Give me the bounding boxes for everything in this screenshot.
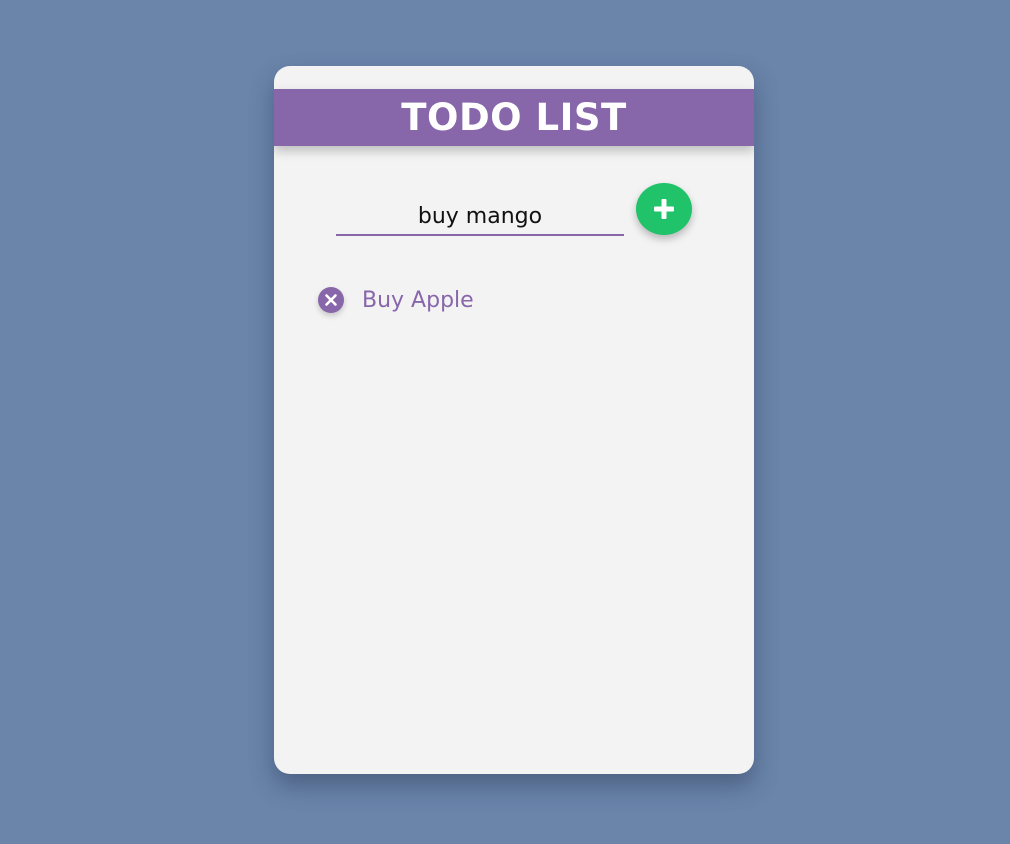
header-bar: TODO LIST	[274, 89, 754, 146]
remove-todo-button[interactable]	[318, 287, 344, 313]
add-todo-button[interactable]	[636, 183, 692, 235]
plus-icon	[654, 199, 674, 219]
close-icon	[325, 294, 337, 306]
todo-input[interactable]	[336, 192, 624, 236]
todo-card: TODO LIST Buy Apple	[274, 66, 754, 774]
todo-item-label: Buy Apple	[362, 287, 474, 313]
list-item: Buy Apple	[318, 282, 718, 318]
todo-list: Buy Apple	[318, 282, 718, 318]
page-title: TODO LIST	[401, 96, 627, 139]
input-row	[336, 192, 624, 237]
